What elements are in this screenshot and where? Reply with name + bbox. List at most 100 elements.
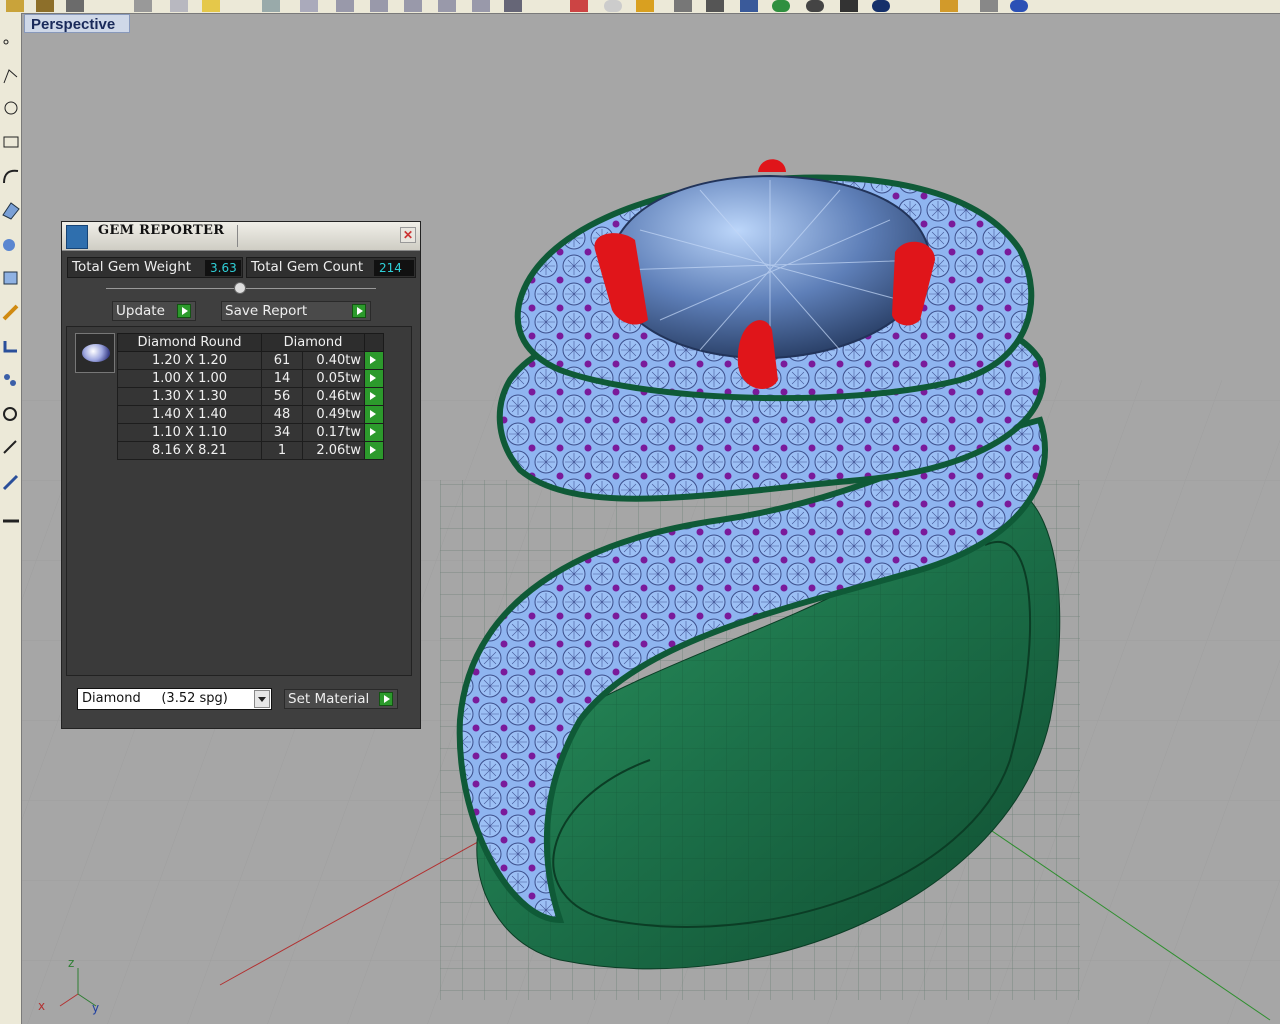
round-diamond-icon: [82, 344, 110, 362]
print-icon[interactable]: [66, 0, 84, 12]
warning-icon[interactable]: [636, 0, 654, 12]
total-gem-weight-value: 3.63: [205, 260, 241, 276]
arc-icon[interactable]: [1, 165, 20, 187]
point-icon[interactable]: [1, 31, 20, 53]
gem-size: 1.10 X 1.10: [117, 423, 262, 442]
solid-icon[interactable]: [1, 233, 20, 255]
rectangle-icon[interactable]: [1, 131, 20, 153]
settings-icon[interactable]: [940, 0, 958, 12]
material-select[interactable]: Diamond (3.52 spg): [77, 688, 272, 710]
total-gem-count: Total Gem Count 214: [246, 257, 416, 278]
update-button[interactable]: Update: [112, 301, 196, 321]
open-icon[interactable]: [6, 0, 24, 12]
pan-icon[interactable]: [262, 0, 280, 12]
zoom-icon[interactable]: [336, 0, 354, 12]
column-header-spacer: [364, 333, 384, 352]
rotate-icon[interactable]: [300, 0, 318, 12]
table-row: 1.00 X 1.00 14 0.05tw: [117, 369, 384, 388]
gem-weight: 0.40tw: [302, 351, 365, 370]
select-row-arrow-icon[interactable]: [364, 369, 384, 388]
gem-table: Diamond Round Diamond 1.20 X 1.20 61 0.4…: [117, 333, 384, 460]
axis-y-label: y: [92, 1001, 100, 1015]
ruler-icon[interactable]: [1, 505, 20, 527]
set-material-arrow-icon: [379, 692, 393, 706]
axis-gizmo: [59, 968, 97, 1007]
dimension-icon[interactable]: [1, 335, 20, 357]
gem-count: 56: [261, 387, 303, 406]
select-row-arrow-icon[interactable]: [364, 351, 384, 370]
gem-count: 1: [261, 441, 303, 460]
gem-reporter-icon: [66, 225, 88, 249]
copy-icon[interactable]: [170, 0, 188, 12]
axis-z-label: z: [68, 956, 75, 970]
select-row-arrow-icon[interactable]: [364, 441, 384, 460]
grid-icon[interactable]: [570, 0, 588, 12]
chevron-down-icon[interactable]: [254, 690, 270, 708]
table-row: 1.10 X 1.10 34 0.17tw: [117, 423, 384, 442]
gem-count: 61: [261, 351, 303, 370]
snap-icon[interactable]: [1, 437, 20, 459]
frame-icon[interactable]: [980, 0, 998, 12]
material-select-value: Diamond (3.52 spg): [82, 691, 228, 706]
paste-icon[interactable]: [202, 0, 220, 12]
close-icon[interactable]: ✕: [400, 227, 416, 243]
panel-title-bar[interactable]: GEM REPORTER ✕: [62, 222, 420, 251]
total-gem-weight-label: Total Gem Weight: [72, 259, 192, 275]
gem-thumbnail[interactable]: [75, 333, 115, 373]
select-row-arrow-icon[interactable]: [364, 423, 384, 442]
gem-list: Diamond Round Diamond 1.20 X 1.20 61 0.4…: [66, 326, 412, 676]
cut-icon[interactable]: [134, 0, 152, 12]
analyze-icon[interactable]: [1, 403, 20, 425]
light-icon[interactable]: [674, 0, 692, 12]
curve-icon[interactable]: [1, 97, 20, 119]
gem-weight: 0.46tw: [302, 387, 365, 406]
title-separator: [237, 225, 238, 247]
update-arrow-icon: [177, 304, 191, 318]
gem-size: 1.30 X 1.30: [117, 387, 262, 406]
material-icon[interactable]: [872, 0, 890, 12]
transform-icon[interactable]: [1, 301, 20, 323]
zoom-extents-icon[interactable]: [404, 0, 422, 12]
select-row-arrow-icon[interactable]: [364, 405, 384, 424]
save-report-arrow-icon: [352, 304, 366, 318]
layer-icon[interactable]: [706, 0, 724, 12]
update-button-label: Update: [116, 303, 165, 319]
total-gem-count-value: 214: [374, 260, 414, 276]
gem-weight: 0.17tw: [302, 423, 365, 442]
set-material-button[interactable]: Set Material: [284, 689, 398, 709]
panel-title: GEM REPORTER: [98, 223, 225, 238]
gem-count: 14: [261, 369, 303, 388]
column-header-material: Diamond: [261, 333, 365, 352]
gem-weight: 2.06tw: [302, 441, 365, 460]
measure-icon[interactable]: [1, 471, 20, 493]
book-icon[interactable]: [740, 0, 758, 12]
viewports-icon[interactable]: [504, 0, 522, 12]
polyline-icon[interactable]: [1, 65, 20, 87]
save-report-button[interactable]: Save Report: [221, 301, 371, 321]
array-icon[interactable]: [1, 369, 20, 391]
save-icon[interactable]: [36, 0, 54, 12]
select-row-arrow-icon[interactable]: [364, 387, 384, 406]
camera-icon[interactable]: [840, 0, 858, 12]
render-icon[interactable]: [772, 0, 790, 12]
gem-size: 1.40 X 1.40: [117, 405, 262, 424]
help-icon[interactable]: [1010, 0, 1028, 12]
report-slider-knob[interactable]: [234, 282, 246, 294]
main-toolbar: [0, 0, 1280, 14]
gem-size: 1.00 X 1.00: [117, 369, 262, 388]
table-row: 1.20 X 1.20 61 0.40tw: [117, 351, 384, 370]
zoom-target-icon[interactable]: [472, 0, 490, 12]
table-row: 1.30 X 1.30 56 0.46tw: [117, 387, 384, 406]
mesh-icon[interactable]: [1, 267, 20, 289]
gem-size: 1.20 X 1.20: [117, 351, 262, 370]
gem-reporter-panel: GEM REPORTER ✕ Total Gem Weight 3.63 Tot…: [61, 221, 421, 729]
zoom-window-icon[interactable]: [370, 0, 388, 12]
zoom-selected-icon[interactable]: [438, 0, 456, 12]
surface-icon[interactable]: [1, 199, 20, 221]
sphere-icon[interactable]: [806, 0, 824, 12]
viewport-title-tab[interactable]: Perspective: [24, 14, 130, 33]
circle-icon[interactable]: [604, 0, 622, 12]
table-header-row: Diamond Round Diamond: [117, 333, 384, 352]
column-header-shape: Diamond Round: [117, 333, 262, 352]
save-report-button-label: Save Report: [225, 303, 308, 319]
